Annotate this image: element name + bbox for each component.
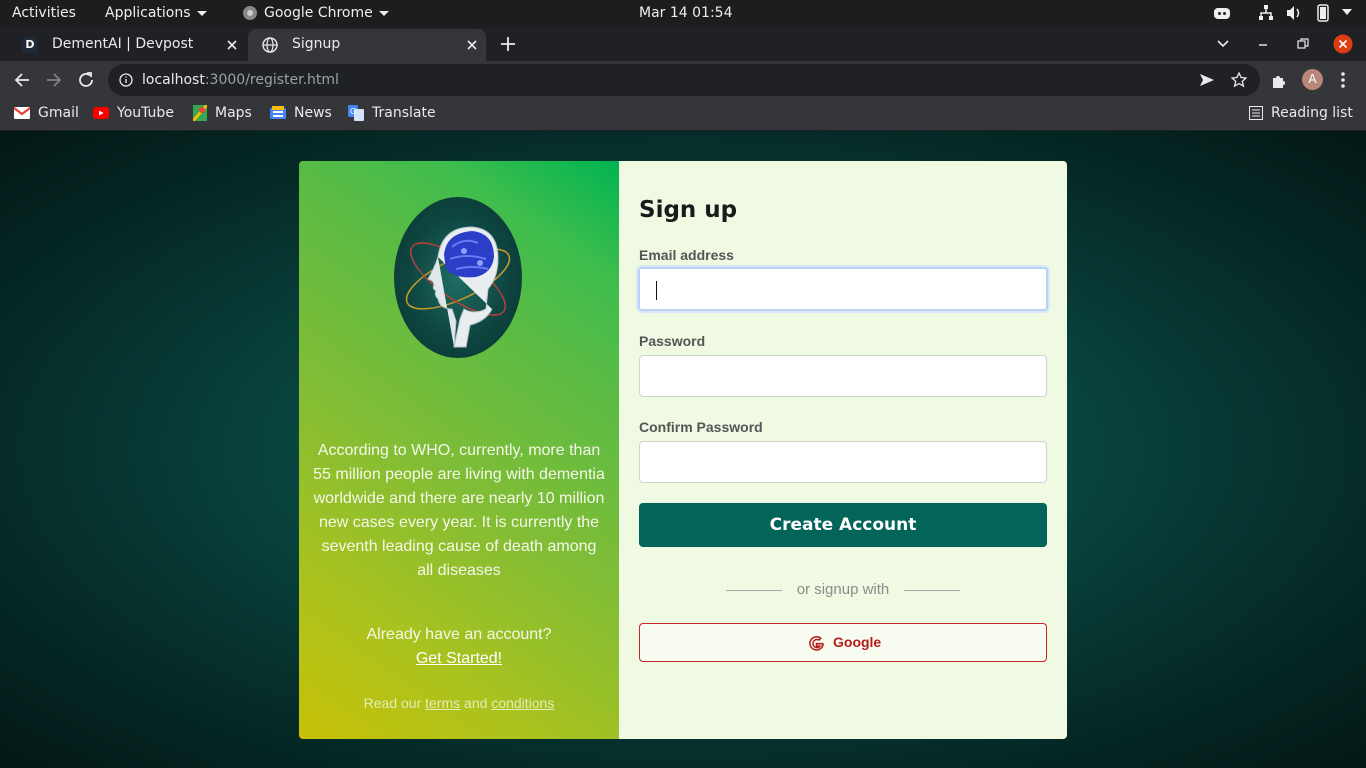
- bookmark-label: YouTube: [117, 105, 174, 121]
- dementia-info-text: According to WHO, currently, more than 5…: [313, 442, 605, 579]
- maps-icon: [193, 105, 207, 121]
- reading-list-label: Reading list: [1271, 105, 1353, 121]
- url-host: localhost: [142, 72, 205, 88]
- reading-list-button[interactable]: Reading list: [1249, 98, 1353, 128]
- bookmark-news[interactable]: News: [270, 98, 332, 128]
- window-close-icon[interactable]: [1333, 34, 1353, 54]
- clock[interactable]: Mar 14 01:54: [639, 0, 732, 27]
- restore-icon[interactable]: [1297, 38, 1309, 50]
- bookmark-label: Gmail: [38, 105, 79, 121]
- tab-title: Signup: [292, 36, 341, 52]
- chevron-down-icon[interactable]: [1342, 9, 1352, 17]
- page-viewport: According to WHO, currently, more than 5…: [0, 131, 1366, 768]
- battery-icon[interactable]: [1314, 4, 1332, 22]
- divider-line-right: [904, 590, 960, 591]
- password-label: Password: [639, 333, 706, 349]
- email-field[interactable]: [638, 267, 1048, 311]
- gmail-icon: [14, 107, 30, 119]
- svg-text:G: G: [350, 107, 356, 116]
- bookmark-label: Maps: [215, 105, 252, 121]
- bookmark-maps[interactable]: Maps: [193, 98, 252, 128]
- tab-search-chevron-icon[interactable]: [1217, 40, 1229, 48]
- profile-avatar[interactable]: A: [1302, 69, 1323, 90]
- close-icon[interactable]: [464, 37, 480, 53]
- bookmark-label: Translate: [372, 105, 436, 121]
- tab-signup[interactable]: Signup: [248, 29, 486, 61]
- terms-text: Read our terms and conditions: [299, 695, 619, 711]
- brain-logo: [394, 197, 522, 358]
- devpost-icon: D: [22, 37, 38, 53]
- app-menu[interactable]: Google Chrome: [242, 0, 389, 27]
- browser-toolbar: localhost:3000/register.html A: [0, 61, 1366, 98]
- terms-and: and: [464, 695, 488, 711]
- close-icon[interactable]: [224, 37, 240, 53]
- reload-icon[interactable]: [77, 71, 95, 89]
- email-label: Email address: [639, 247, 734, 263]
- chrome-icon: [243, 6, 257, 20]
- globe-icon: [262, 37, 278, 53]
- confirm-password-field[interactable]: [639, 441, 1047, 483]
- google-button-label: Google: [833, 634, 882, 650]
- form-title: Sign up: [639, 197, 738, 223]
- signup-form-panel: Sign up Email address Password Confirm P…: [619, 161, 1067, 739]
- extensions-puzzle-icon[interactable]: [1271, 72, 1288, 89]
- back-arrow-icon[interactable]: [13, 71, 31, 89]
- signup-card: According to WHO, currently, more than 5…: [299, 161, 1067, 739]
- bookmarks-bar: Gmail YouTube Maps News G Translate Readi…: [0, 98, 1366, 131]
- password-field[interactable]: [639, 355, 1047, 397]
- youtube-icon: [93, 107, 109, 119]
- more-vert-icon[interactable]: [1340, 71, 1346, 89]
- terms-link[interactable]: terms: [425, 695, 460, 711]
- url-text: localhost:3000/register.html: [142, 64, 339, 96]
- info-panel: According to WHO, currently, more than 5…: [299, 161, 619, 739]
- discord-icon[interactable]: [1213, 4, 1231, 22]
- get-started-link[interactable]: Get Started!: [416, 650, 502, 667]
- applications-menu[interactable]: Applications: [105, 0, 207, 27]
- address-bar[interactable]: localhost:3000/register.html: [108, 64, 1260, 96]
- already-account-text: Already have an account?: [366, 626, 552, 643]
- new-tab-plus-icon[interactable]: [500, 36, 516, 52]
- network-icon[interactable]: [1258, 4, 1274, 22]
- chevron-down-icon: [196, 10, 207, 16]
- url-path: :3000/register.html: [204, 72, 339, 88]
- divider-text: or signup with: [796, 581, 890, 598]
- forward-arrow-icon[interactable]: [45, 71, 63, 89]
- head-brain-illustration: [405, 226, 511, 348]
- tab-strip: D DementAI | Devpost Signup: [0, 27, 1366, 61]
- tab-title: DementAI | Devpost: [52, 36, 194, 52]
- bookmark-translate[interactable]: G Translate: [348, 98, 436, 128]
- system-top-bar: Activities Applications Google Chrome Ma…: [0, 0, 1366, 27]
- text-cursor: [656, 281, 657, 300]
- bookmark-star-icon[interactable]: [1231, 72, 1247, 88]
- reading-list-icon: [1249, 106, 1263, 120]
- send-icon[interactable]: [1199, 73, 1215, 87]
- volume-icon[interactable]: [1286, 4, 1302, 22]
- terms-prefix: Read our: [363, 695, 422, 711]
- info-icon[interactable]: [119, 73, 133, 87]
- google-signup-button[interactable]: Google: [639, 623, 1047, 662]
- create-account-button[interactable]: Create Account: [639, 503, 1047, 547]
- translate-icon: G: [348, 105, 364, 121]
- already-account: Already have an account? Get Started!: [299, 623, 619, 671]
- confirm-password-label: Confirm Password: [639, 419, 763, 435]
- tab-dementai-devpost[interactable]: D DementAI | Devpost: [8, 29, 246, 61]
- google-g-icon: [809, 635, 824, 651]
- signup-divider: or signup with: [726, 581, 960, 601]
- bookmark-gmail[interactable]: Gmail: [14, 98, 79, 128]
- app-name-label: Google Chrome: [264, 5, 373, 21]
- divider-line-left: [726, 590, 782, 591]
- bookmark-youtube[interactable]: YouTube: [93, 98, 174, 128]
- chevron-down-icon: [378, 10, 389, 16]
- news-icon: [270, 106, 286, 119]
- minimize-icon[interactable]: [1258, 37, 1268, 49]
- conditions-link[interactable]: conditions: [491, 695, 554, 711]
- bookmark-label: News: [294, 105, 332, 121]
- activities-button[interactable]: Activities: [12, 0, 76, 27]
- applications-label: Applications: [105, 5, 191, 21]
